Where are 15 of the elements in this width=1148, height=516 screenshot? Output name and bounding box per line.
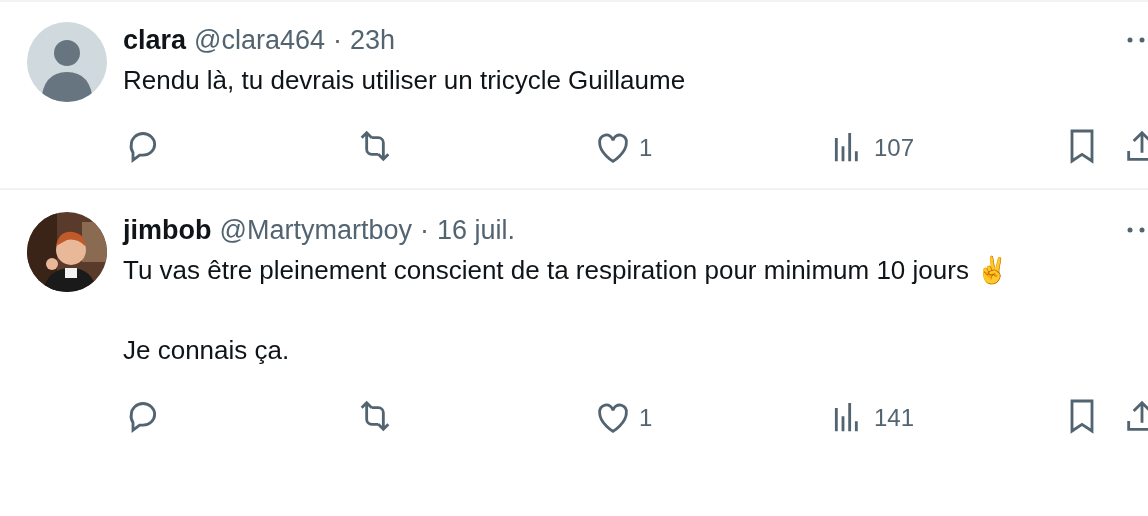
post-text: Rendu là, tu devrais utiliser un tricycle Guillaume [123, 64, 687, 97]
user-name[interactable]: clara [123, 22, 187, 58]
views-button[interactable]: 107 [828, 128, 1062, 168]
separator-dot: · [419, 214, 429, 247]
like-button[interactable]: 1 [593, 128, 828, 168]
post-time[interactable]: 23h [350, 22, 396, 58]
separator-dot: · [333, 24, 343, 57]
user-handle[interactable]: @Martymartboy [219, 212, 412, 248]
user-name[interactable]: jimbob [123, 212, 212, 248]
user-handle[interactable]: @clara464 [194, 22, 326, 58]
post-time[interactable]: 16 juil. [436, 212, 515, 248]
post-text: Tu vas être pleinement conscient de ta respiration pour minimum 10 jours ✌ [123, 254, 1010, 287]
views-button[interactable]: 141 [828, 398, 1062, 438]
post-text: Je connais ça. [123, 334, 291, 367]
like-button[interactable]: 1 [593, 398, 828, 438]
